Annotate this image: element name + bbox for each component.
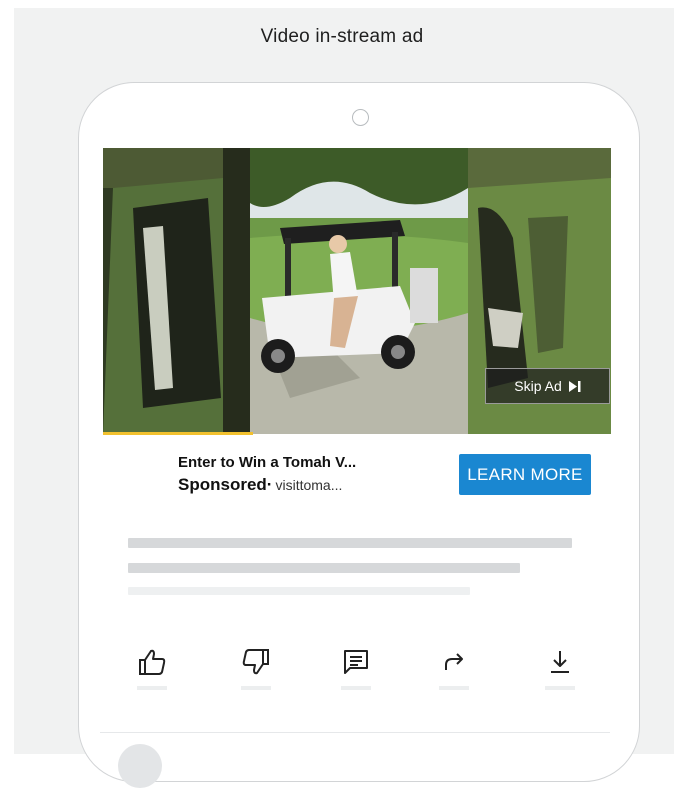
share-label-placeholder: [439, 686, 469, 690]
comment-button[interactable]: [326, 648, 386, 700]
share-icon: [445, 653, 463, 670]
sponsored-label: Sponsored: [178, 475, 267, 494]
video-progress-bar[interactable]: [103, 432, 253, 435]
comment-icon: [344, 650, 368, 674]
avatar: [118, 744, 162, 788]
ad-sponsor-line: Sponsored· visittoma...: [178, 475, 342, 495]
skip-ad-button[interactable]: Skip Ad: [485, 368, 610, 404]
skip-ad-label: Skip Ad: [514, 378, 562, 394]
page-title: Video in-stream ad: [260, 26, 424, 47]
placeholder-line: [128, 563, 520, 573]
placeholder-line: [128, 587, 470, 595]
ad-title[interactable]: Enter to Win a Tomah V...: [178, 454, 356, 471]
camera-icon: [352, 109, 369, 126]
dislike-icon: [242, 649, 269, 675]
dislike-button[interactable]: [226, 648, 286, 700]
advertiser-domain[interactable]: visittoma...: [275, 477, 342, 493]
learn-more-button[interactable]: LEARN MORE: [459, 454, 591, 495]
comment-label-placeholder: [341, 686, 371, 690]
like-button[interactable]: [122, 648, 182, 700]
download-label-placeholder: [545, 686, 575, 690]
skip-next-icon: [568, 380, 581, 392]
download-button[interactable]: [530, 648, 590, 700]
divider: [100, 732, 610, 733]
video-frame-left: [103, 148, 250, 434]
video-frame-center: [250, 148, 468, 434]
download-icon: [551, 651, 569, 673]
share-button[interactable]: [424, 648, 484, 700]
dislike-label-placeholder: [241, 686, 271, 690]
separator-dot: ·: [266, 475, 273, 494]
placeholder-line: [128, 538, 572, 548]
like-icon: [139, 649, 166, 675]
like-count-placeholder: [137, 686, 167, 690]
